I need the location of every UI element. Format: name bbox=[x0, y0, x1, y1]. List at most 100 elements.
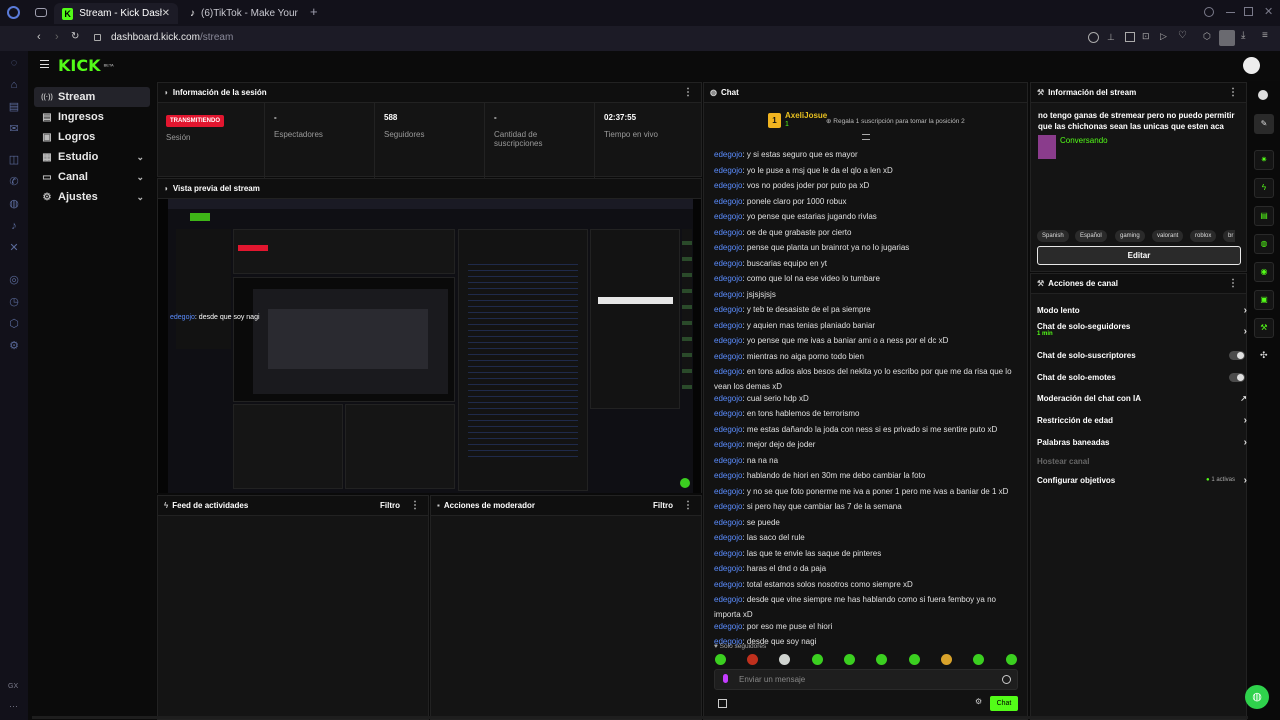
category-name[interactable]: Conversando bbox=[1060, 136, 1108, 145]
emoji-icon[interactable] bbox=[1002, 675, 1011, 684]
forward-icon[interactable]: › bbox=[55, 31, 59, 43]
emote-icon[interactable] bbox=[973, 654, 984, 665]
chat-username[interactable]: edegojo bbox=[714, 305, 742, 314]
widgets-icon[interactable]: ✣ bbox=[1260, 350, 1268, 361]
gift-box-icon[interactable] bbox=[718, 699, 727, 708]
close-tab-icon[interactable]: ✕ bbox=[162, 8, 170, 19]
stream-tag[interactable]: Spanish bbox=[1037, 230, 1069, 242]
chat-username[interactable]: edegojo bbox=[714, 518, 742, 527]
more-options-icon[interactable]: ⋮ bbox=[683, 500, 693, 511]
more-options-icon[interactable]: ⋮ bbox=[1228, 278, 1238, 289]
chat-username[interactable]: edegojo bbox=[714, 622, 742, 631]
chat-username[interactable]: edegojo bbox=[714, 471, 742, 480]
stream-tag[interactable]: Español bbox=[1075, 230, 1107, 242]
slow-mode-row[interactable]: Modo lento › bbox=[1037, 303, 1247, 317]
gear-icon[interactable]: ⚙ bbox=[975, 697, 982, 706]
player-icon[interactable]: ◎ bbox=[7, 273, 21, 287]
followers-only-row[interactable]: Chat de solo-seguidores 1 min › bbox=[1037, 322, 1247, 346]
close-window-icon[interactable]: ✕ bbox=[1264, 5, 1273, 18]
tiktok-icon[interactable]: ♪ bbox=[7, 219, 21, 233]
bug-icon[interactable]: ✷ bbox=[1254, 150, 1274, 170]
emote-icon[interactable] bbox=[844, 654, 855, 665]
archive-icon[interactable]: ▣ bbox=[1254, 290, 1274, 310]
horizontal-scrollbar[interactable] bbox=[32, 716, 1248, 719]
chat-username[interactable]: edegojo bbox=[714, 336, 742, 345]
chat-username[interactable]: edegojo bbox=[714, 228, 742, 237]
chat-username[interactable]: edegojo bbox=[714, 259, 742, 268]
chat-icon[interactable]: ◍ bbox=[1254, 234, 1274, 254]
chat-username[interactable]: edegojo bbox=[714, 274, 742, 283]
history-icon[interactable]: ◷ bbox=[7, 295, 21, 309]
chat-username[interactable]: edegojo bbox=[714, 212, 742, 221]
url-text[interactable]: dashboard.kick.com/stream bbox=[111, 32, 233, 43]
more-options-icon[interactable]: ⋮ bbox=[683, 87, 693, 98]
expand-icon[interactable] bbox=[862, 134, 870, 140]
kick-logo[interactable]: KICK BETA bbox=[58, 56, 114, 75]
reload-icon[interactable]: ↻ bbox=[71, 31, 79, 42]
emote-icon[interactable] bbox=[779, 654, 790, 665]
vpn-icon[interactable]: ⊡ bbox=[1142, 31, 1150, 42]
user-avatar[interactable] bbox=[1243, 57, 1260, 74]
download-icon[interactable]: ⤓ bbox=[1241, 30, 1245, 41]
chat-username[interactable]: edegojo bbox=[714, 549, 742, 558]
emote-icon[interactable] bbox=[812, 654, 823, 665]
clipboard-icon[interactable]: ▤ bbox=[1254, 206, 1274, 226]
emotes-only-row[interactable]: Chat de solo-emotes bbox=[1037, 370, 1247, 384]
chat-username[interactable]: edegojo bbox=[714, 394, 742, 403]
search-tabs-icon[interactable] bbox=[1204, 7, 1214, 17]
heart-icon[interactable]: ♡ bbox=[1178, 30, 1187, 41]
stream-tag[interactable]: br bbox=[1223, 230, 1235, 242]
top-gifter-banner[interactable]: 1 AxeliJosue 1 ⊕ Regala 1 suscripción pa… bbox=[766, 109, 1006, 135]
support-chat-button[interactable]: ◍ bbox=[1245, 685, 1269, 709]
menu-icon[interactable]: ≡ bbox=[1262, 30, 1268, 41]
chat-username[interactable]: edegojo bbox=[714, 367, 742, 376]
edit-icon[interactable]: ✎ bbox=[1254, 114, 1274, 134]
extensions-icon[interactable]: ⬡ bbox=[7, 317, 21, 331]
chat-username[interactable]: edegojo bbox=[714, 321, 742, 330]
lightning-icon[interactable]: ϟ bbox=[1254, 178, 1274, 198]
chat-username[interactable]: edegojo bbox=[714, 290, 742, 299]
subscribers-only-toggle[interactable] bbox=[1229, 350, 1245, 360]
more-label[interactable]: ··· bbox=[9, 701, 18, 711]
filter-button[interactable]: Filtro bbox=[653, 501, 673, 510]
emote-icon[interactable] bbox=[876, 654, 887, 665]
ai-moderation-row[interactable]: Moderación del chat con IA ↗ bbox=[1037, 391, 1247, 405]
minimize-icon[interactable] bbox=[1226, 12, 1235, 13]
emote-icon[interactable] bbox=[909, 654, 920, 665]
profile-avatar[interactable] bbox=[1219, 30, 1235, 46]
maximize-icon[interactable] bbox=[1244, 7, 1253, 16]
stream-tag[interactable]: gaming bbox=[1115, 230, 1145, 242]
chat-username[interactable]: edegojo bbox=[714, 352, 742, 361]
chat-username[interactable]: edegojo bbox=[714, 181, 742, 190]
chat-username[interactable]: edegojo bbox=[714, 502, 742, 511]
emotes-only-toggle[interactable] bbox=[1229, 372, 1245, 382]
emote-icon[interactable] bbox=[941, 654, 952, 665]
sidebar-item-estudio[interactable]: ▦ Estudio ⌄ bbox=[34, 147, 150, 167]
filter-button[interactable]: Filtro bbox=[380, 501, 400, 510]
goals-row[interactable]: Configurar objetivos ● 1 activas › bbox=[1037, 473, 1247, 487]
more-options-icon[interactable]: ⋮ bbox=[410, 500, 420, 511]
mail-icon[interactable]: ✉ bbox=[7, 122, 21, 136]
player-icon[interactable]: ▷ bbox=[1160, 31, 1167, 42]
more-options-icon[interactable]: ⋮ bbox=[1228, 87, 1238, 98]
wrench-icon[interactable]: ⚒ bbox=[1254, 318, 1274, 338]
settings-icon[interactable]: ⚙ bbox=[7, 339, 21, 353]
sidebar-item-stream[interactable]: ((·)) Stream bbox=[34, 87, 150, 107]
emote-icon[interactable] bbox=[747, 654, 758, 665]
tab-kick-dashboard[interactable]: K Stream - Kick Dashbo ✕ bbox=[54, 3, 178, 24]
stream-video[interactable]: edegojo: desde que soy nagi bbox=[158, 199, 701, 493]
chat-input[interactable]: Enviar un mensaje bbox=[714, 669, 1018, 690]
stream-tag[interactable]: valorant bbox=[1152, 230, 1184, 242]
emote-icon[interactable] bbox=[715, 654, 726, 665]
snapshot-icon[interactable] bbox=[1125, 32, 1135, 42]
bookmark-icon[interactable]: ⌂ bbox=[7, 78, 21, 92]
x-icon[interactable]: ✕ bbox=[7, 241, 21, 255]
emoji-icon[interactable] bbox=[1088, 32, 1099, 43]
sidebar-item-ajustes[interactable]: ⚙ Ajustes ⌄ bbox=[34, 187, 150, 207]
chat-username[interactable]: edegojo bbox=[714, 409, 742, 418]
send-chat-button[interactable]: Chat bbox=[990, 696, 1018, 711]
extensions-icon[interactable]: ⬡ bbox=[1203, 31, 1211, 42]
broadcast-icon[interactable]: ◉ bbox=[1254, 262, 1274, 282]
banned-words-row[interactable]: Palabras baneadas › bbox=[1037, 435, 1247, 449]
back-icon[interactable]: ‹ bbox=[37, 31, 41, 43]
